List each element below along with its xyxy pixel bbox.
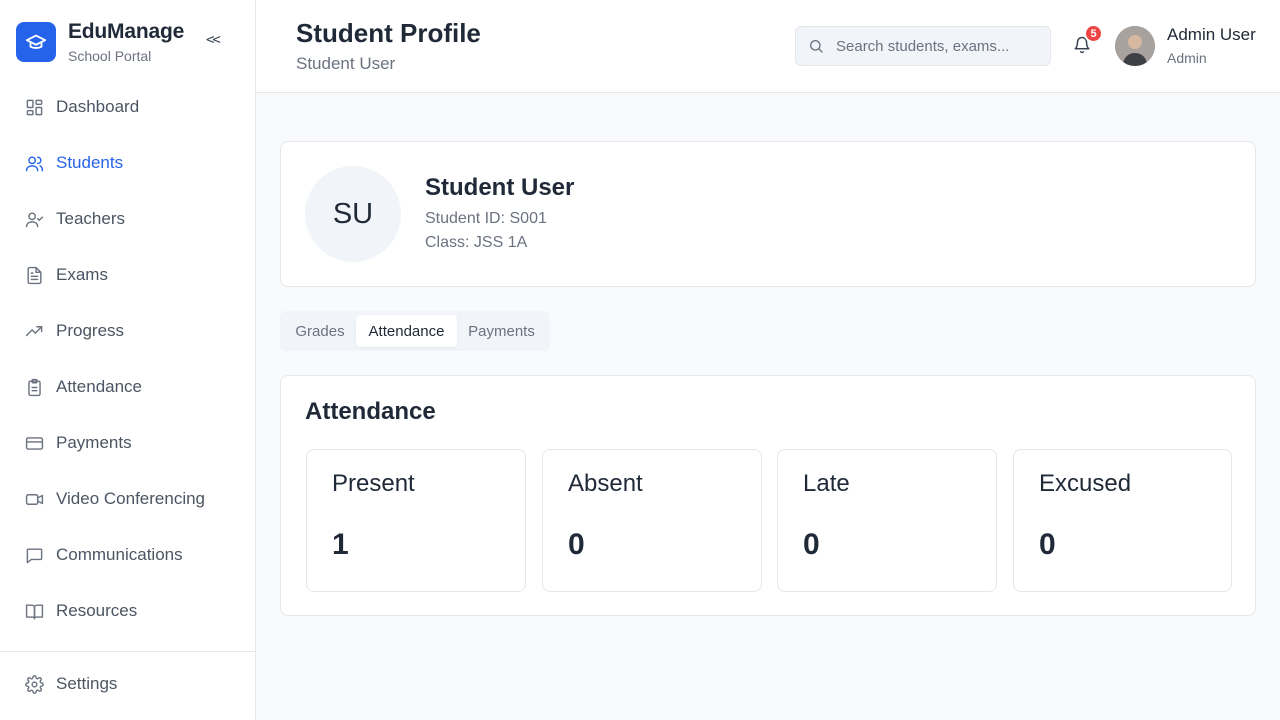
graduation-cap-icon bbox=[16, 22, 56, 62]
student-class: Class: JSS 1A bbox=[425, 234, 528, 251]
profile-tabs: Grades Attendance Payments bbox=[280, 311, 550, 351]
stat-label: Present bbox=[332, 470, 415, 497]
search-box bbox=[795, 26, 1051, 66]
stat-label: Excused bbox=[1039, 470, 1132, 497]
search-icon bbox=[808, 38, 824, 54]
avatar[interactable] bbox=[1115, 26, 1155, 66]
sidebar-item-label: Resources bbox=[56, 601, 138, 620]
sidebar-item-label: Students bbox=[56, 153, 124, 172]
sidebar-item-label: Settings bbox=[56, 674, 118, 693]
stat-value: 0 bbox=[803, 528, 820, 561]
book-icon bbox=[24, 601, 44, 621]
brand-name: EduManage bbox=[68, 20, 185, 43]
sidebar-item-video-conferencing[interactable]: Video Conferencing bbox=[0, 471, 255, 527]
tab-grades[interactable]: Grades bbox=[284, 315, 356, 347]
tab-attendance[interactable]: Attendance bbox=[356, 315, 457, 347]
file-text-icon bbox=[24, 265, 44, 285]
stat-excused: Excused 0 bbox=[1013, 449, 1232, 592]
sidebar-settings-section: Settings bbox=[0, 656, 255, 712]
clipboard-icon bbox=[24, 377, 44, 397]
sidebar-item-teachers[interactable]: Teachers bbox=[0, 191, 255, 247]
sidebar-item-dashboard[interactable]: Dashboard bbox=[0, 79, 255, 135]
sidebar: EduManage School Portal << Dashboard Stu… bbox=[0, 0, 256, 720]
stat-value: 1 bbox=[332, 528, 349, 561]
sidebar-item-label: Payments bbox=[56, 433, 132, 452]
stat-value: 0 bbox=[1039, 528, 1056, 561]
sidebar-item-label: Teachers bbox=[56, 209, 125, 228]
stat-absent: Absent 0 bbox=[542, 449, 762, 592]
brand: EduManage School Portal << bbox=[16, 20, 240, 64]
sidebar-item-label: Attendance bbox=[56, 377, 143, 396]
sidebar-item-label: Exams bbox=[56, 265, 108, 284]
stat-value: 0 bbox=[568, 528, 585, 561]
stat-late: Late 0 bbox=[777, 449, 997, 592]
sidebar-nav: Dashboard Students Teachers Exams Progre… bbox=[0, 79, 255, 639]
sidebar-item-label: Dashboard bbox=[56, 97, 140, 116]
user-role: Admin bbox=[1167, 50, 1207, 66]
top-header: Student Profile Student User 5 Admin Use… bbox=[256, 0, 1280, 93]
user-check-icon bbox=[24, 209, 44, 229]
sidebar-divider bbox=[0, 651, 255, 652]
credit-card-icon bbox=[24, 433, 44, 453]
sidebar-item-students[interactable]: Students bbox=[0, 135, 255, 191]
page-title: Student Profile bbox=[296, 18, 481, 48]
attendance-title: Attendance bbox=[305, 398, 436, 425]
stat-present: Present 1 bbox=[306, 449, 526, 592]
tab-payments[interactable]: Payments bbox=[457, 315, 546, 347]
brand-subtitle: School Portal bbox=[68, 48, 152, 64]
search-input[interactable] bbox=[836, 27, 1044, 65]
sidebar-item-payments[interactable]: Payments bbox=[0, 415, 255, 471]
collapse-sidebar-button[interactable]: << bbox=[206, 32, 221, 48]
student-name: Student User bbox=[425, 174, 575, 201]
sidebar-item-resources[interactable]: Resources bbox=[0, 583, 255, 639]
user-name: Admin User bbox=[1167, 25, 1256, 44]
sidebar-item-exams[interactable]: Exams bbox=[0, 247, 255, 303]
stat-label: Absent bbox=[568, 470, 643, 497]
student-id: Student ID: S001 bbox=[425, 210, 547, 227]
video-icon bbox=[24, 489, 44, 509]
student-avatar-initials: SU bbox=[305, 166, 401, 262]
dashboard-icon bbox=[24, 97, 44, 117]
stat-label: Late bbox=[803, 470, 850, 497]
gear-icon bbox=[24, 674, 44, 694]
attendance-card: Attendance Present 1 Absent 0 Late 0 Exc… bbox=[280, 375, 1256, 616]
trending-up-icon bbox=[24, 321, 44, 341]
notification-count-badge: 5 bbox=[1084, 24, 1103, 43]
student-profile-card: SU Student User Student ID: S001 Class: … bbox=[280, 141, 1256, 287]
sidebar-item-attendance[interactable]: Attendance bbox=[0, 359, 255, 415]
sidebar-item-label: Video Conferencing bbox=[56, 489, 206, 508]
message-icon bbox=[24, 545, 44, 565]
sidebar-item-label: Communications bbox=[56, 545, 183, 564]
sidebar-item-settings[interactable]: Settings bbox=[0, 656, 255, 712]
sidebar-item-progress[interactable]: Progress bbox=[0, 303, 255, 359]
sidebar-item-communications[interactable]: Communications bbox=[0, 527, 255, 583]
users-icon bbox=[24, 153, 44, 173]
page-subtitle: Student User bbox=[296, 54, 396, 73]
sidebar-item-label: Progress bbox=[56, 321, 125, 340]
